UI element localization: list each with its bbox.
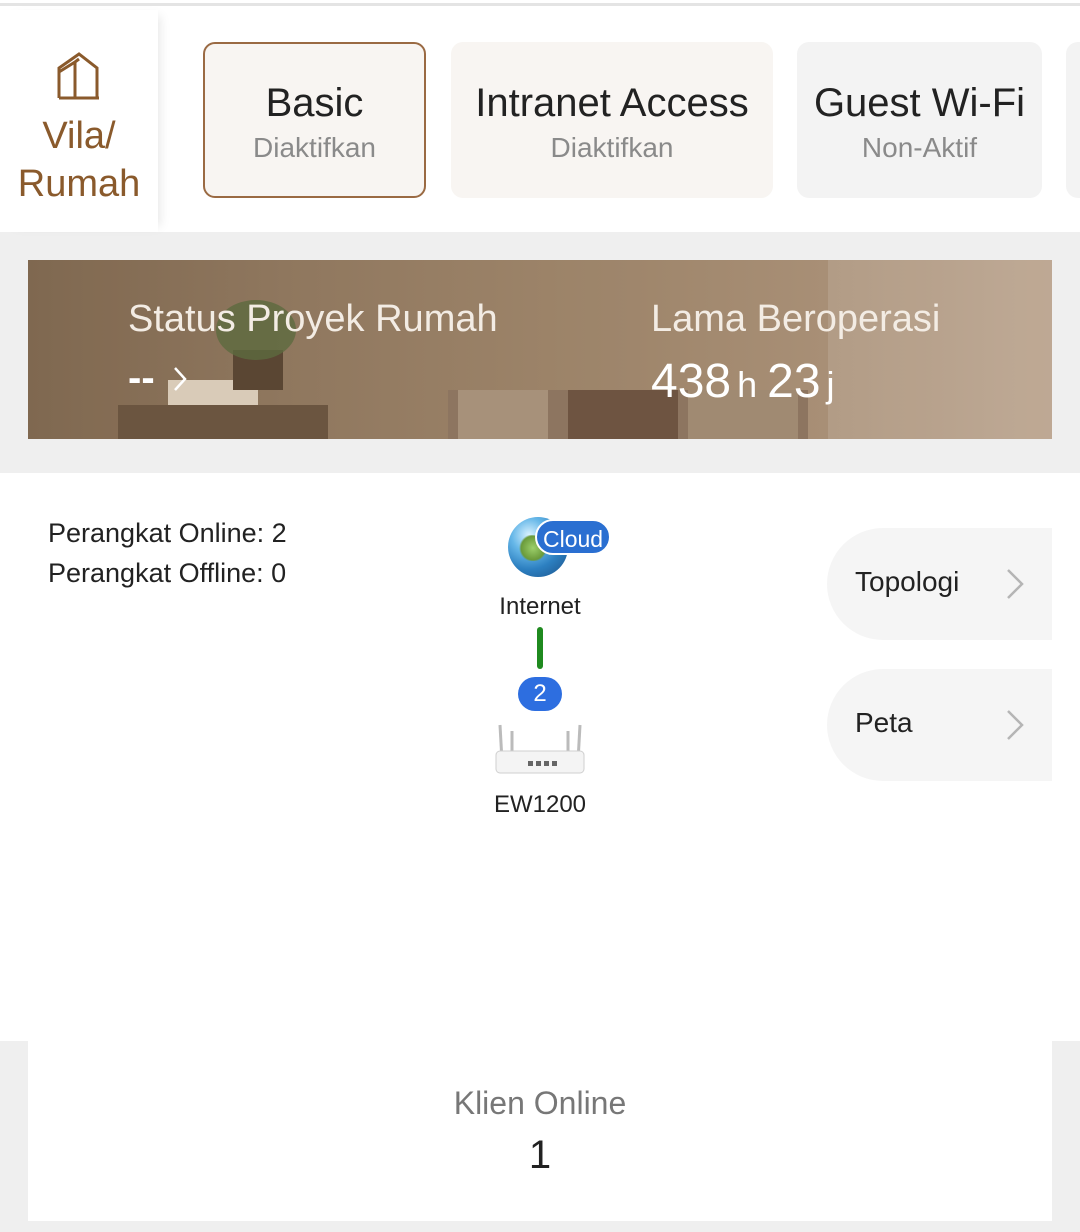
chevron-right-icon[interactable]	[173, 366, 187, 392]
devices-offline: Perangkat Offline: 0	[48, 558, 287, 588]
chevron-right-icon	[1007, 569, 1024, 599]
router-icon	[495, 724, 585, 774]
topology-button-label: Topologi	[855, 566, 960, 597]
uptime-minutes-unit: j	[826, 364, 835, 405]
tab-status: Diaktifkan	[253, 132, 376, 163]
room-illustration	[28, 260, 1052, 439]
topology-button[interactable]: Topologi	[827, 528, 1052, 640]
online-clients-card[interactable]: Klien Online 1	[28, 1041, 1052, 1221]
tab-guest-wifi[interactable]: Guest Wi-Fi Non-Aktif	[797, 42, 1042, 198]
tab-title: Basic	[265, 81, 364, 125]
router-label: EW1200	[493, 791, 587, 818]
device-count-badge: 2	[518, 677, 562, 711]
internet-label: Internet	[499, 593, 581, 620]
tab-status: Non-Aktif	[861, 132, 978, 163]
device-counts: Perangkat Online: 2 Perangkat Offline: 0	[48, 513, 287, 593]
online-clients-value: 1	[528, 1133, 552, 1177]
network-overview-card: Perangkat Online: 2 Perangkat Offline: 0…	[0, 473, 1080, 1041]
uptime-label: Lama Beroperasi	[651, 298, 941, 340]
cloud-badge: Cloud	[535, 519, 612, 555]
project-status-label: Status Proyek Rumah	[128, 298, 498, 340]
devices-online: Perangkat Online: 2	[48, 518, 287, 548]
scene-label: Vila/Rumah	[17, 115, 141, 205]
project-status-value[interactable]: --	[128, 356, 155, 401]
chevron-right-icon	[1007, 710, 1024, 740]
home-banner: Status Proyek Rumah -- Lama Beroperasi 4…	[28, 260, 1052, 439]
map-button[interactable]: Peta	[827, 669, 1052, 781]
tab-next-partial[interactable]	[1066, 42, 1080, 198]
tab-title: Intranet Access	[475, 81, 749, 125]
tab-basic[interactable]: Basic Diaktifkan	[203, 42, 426, 198]
house-icon	[57, 52, 99, 100]
uptime-hours: 438	[651, 355, 732, 408]
tab-status: Diaktifkan	[550, 132, 674, 163]
tab-title: Guest Wi-Fi	[813, 81, 1026, 125]
uptime-value: 438 h 23 j	[651, 354, 845, 409]
map-button-label: Peta	[855, 707, 913, 738]
connection-line	[537, 627, 543, 669]
uptime-hours-unit: h	[737, 364, 758, 405]
scene-selector[interactable]: Vila/Rumah	[0, 10, 158, 232]
uptime-minutes: 23	[767, 355, 821, 408]
mini-topology[interactable]: Cloud Internet 2 EW1200	[440, 511, 640, 831]
online-clients-label: Klien Online	[453, 1085, 627, 1121]
tab-intranet-access[interactable]: Intranet Access Diaktifkan	[451, 42, 773, 198]
